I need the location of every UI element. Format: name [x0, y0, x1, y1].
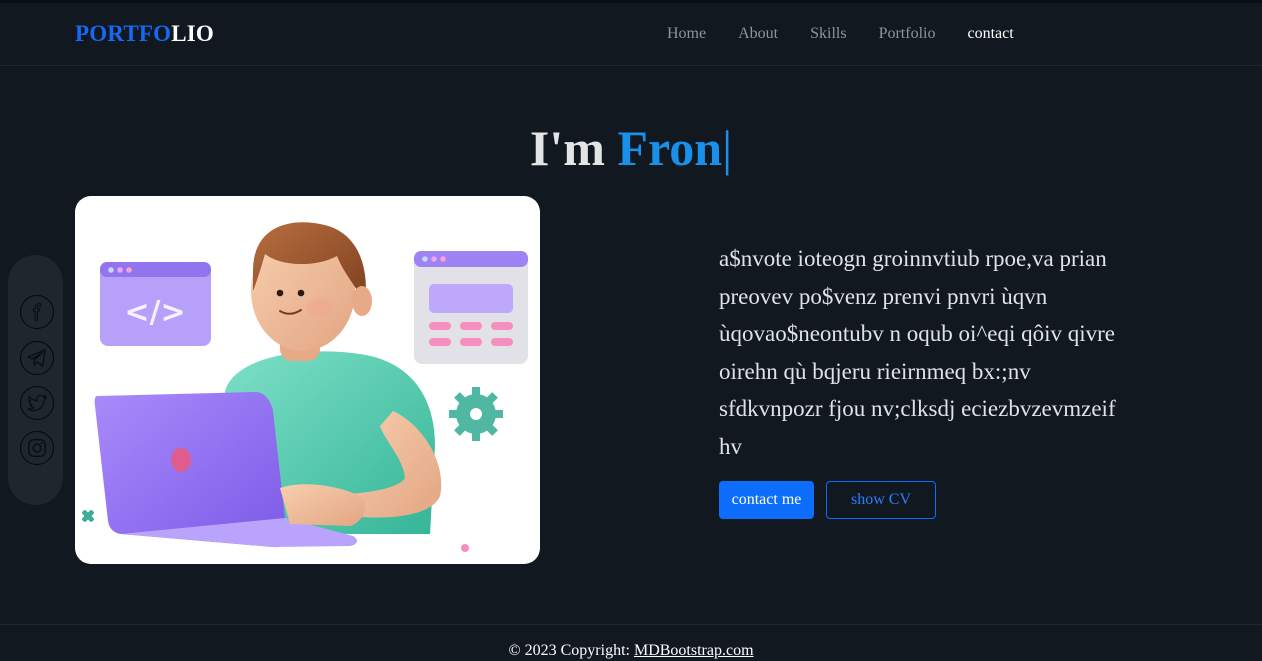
brand-part-1: PORTFO	[75, 21, 172, 46]
twitter-icon	[27, 394, 47, 412]
instagram-icon	[28, 439, 46, 457]
typing-caret: |	[722, 120, 733, 176]
facebook-link[interactable]	[20, 295, 54, 329]
nav-about[interactable]: About	[738, 25, 778, 43]
contact-me-button[interactable]: contact me	[719, 481, 814, 519]
svg-text:</>: </>	[124, 295, 185, 330]
instagram-link[interactable]	[20, 431, 54, 465]
nav-portfolio[interactable]: Portfolio	[879, 25, 936, 43]
nav-home[interactable]: Home	[667, 25, 706, 43]
brand-part-2: LIO	[171, 21, 215, 46]
nav-menu: Home About Skills Portfolio contact	[667, 25, 1046, 43]
twitter-link[interactable]	[20, 386, 54, 420]
developer-illustration: </>	[82, 222, 528, 552]
brand-logo[interactable]: PORTFOLIO	[75, 21, 214, 47]
hero-description: a$nvote ioteogn groinnvtiub rpoe,va pria…	[719, 246, 1116, 459]
social-sidebar	[8, 255, 63, 505]
hero-illustration-card: </>	[75, 196, 540, 564]
telegram-link[interactable]	[20, 341, 54, 375]
hero-typed-text: Fron	[617, 120, 723, 176]
footer: © 2023 Copyright: MDBootstrap.com	[0, 642, 1262, 660]
hero-title: I'm Fron|	[0, 118, 1262, 178]
footer-link[interactable]: MDBootstrap.com	[634, 642, 754, 659]
footer-divider	[0, 624, 1262, 625]
hero-prefix: I'm	[529, 120, 618, 176]
nav-contact[interactable]: contact	[967, 25, 1013, 43]
footer-copyright: © 2023 Copyright:	[508, 642, 634, 659]
telegram-icon	[27, 349, 46, 367]
nav-skills[interactable]: Skills	[810, 25, 846, 43]
facebook-icon	[32, 303, 42, 321]
navbar: PORTFOLIO Home About Skills Portfolio co…	[0, 3, 1262, 66]
show-cv-button[interactable]: show CV	[826, 481, 936, 519]
